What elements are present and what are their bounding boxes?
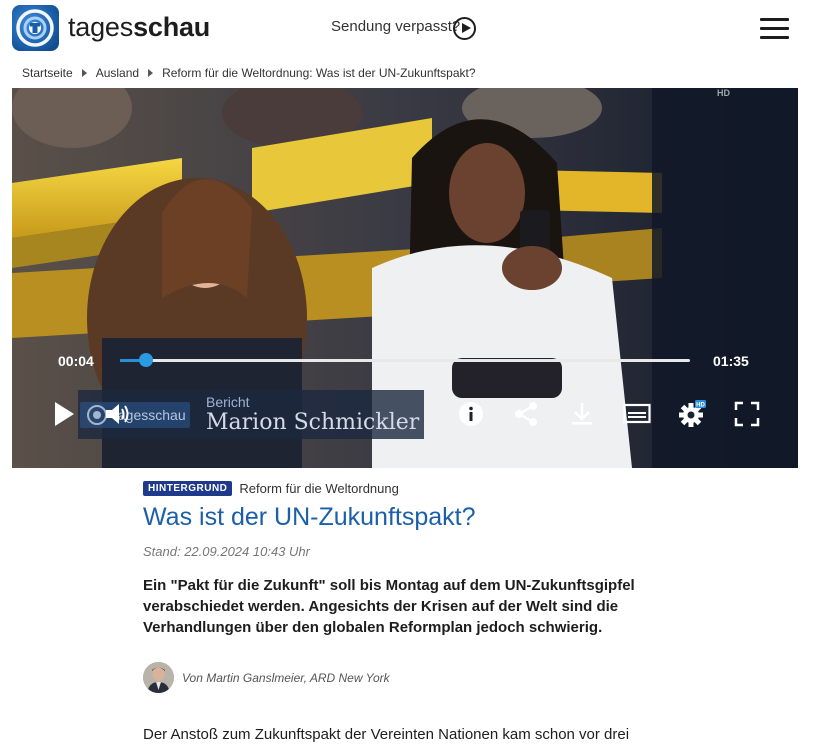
hd-watermark: HD [717, 88, 730, 98]
download-icon [572, 403, 592, 425]
brand-regular: tages [68, 12, 134, 42]
fullscreen-button[interactable] [733, 400, 761, 428]
play-button[interactable] [50, 400, 78, 428]
tagesschau-logo-icon[interactable] [12, 5, 59, 51]
author-name[interactable]: Von Martin Ganslmeier, ARD New York [182, 671, 390, 685]
breadcrumb-current[interactable]: Reform für die Weltordnung: Was ist der … [162, 66, 475, 80]
breadcrumb-home[interactable]: Startseite [22, 66, 73, 80]
article-body-text: Der Anstoß zum Zukunftspakt der Vereinte… [143, 726, 630, 743]
chevron-right-icon [81, 69, 87, 77]
info-button[interactable] [457, 400, 485, 428]
missed-show-label: Sendung verpasst? [331, 18, 461, 35]
seek-bar[interactable] [120, 353, 690, 367]
author-byline[interactable]: Von Martin Ganslmeier, ARD New York [143, 662, 390, 693]
article-kicker: Reform für die Weltordnung [239, 481, 399, 496]
video-player[interactable]: HD 00:04 01:35 tagesschau Bericht Marion… [12, 88, 798, 468]
author-avatar[interactable] [143, 662, 174, 693]
missed-show-link[interactable]: Sendung verpasst? [331, 18, 460, 35]
brand-wordmark[interactable]: tagesschau [68, 12, 210, 43]
play-circle-icon[interactable] [453, 17, 476, 40]
speaker-icon [106, 404, 129, 424]
article-dateline: Stand: 22.09.2024 10:43 Uhr [143, 544, 310, 559]
banner-reporter-name: Marion Schmickler [206, 410, 420, 435]
article-teaser: Ein "Pakt für die Zukunft" soll bis Mont… [143, 577, 635, 636]
info-icon [459, 402, 483, 426]
site-header: tagesschau Sendung verpasst? [0, 0, 815, 58]
seek-handle[interactable] [138, 353, 153, 367]
chevron-right-icon [148, 69, 154, 77]
hamburger-menu-icon[interactable] [760, 18, 790, 40]
share-button[interactable] [512, 400, 540, 428]
article-headline: Was ist der UN-Zukunftspakt? [143, 503, 476, 531]
download-button[interactable] [568, 400, 596, 428]
author-portrait-image [143, 662, 174, 693]
total-time: 01:35 [713, 353, 749, 369]
current-time: 00:04 [58, 353, 94, 369]
settings-hd-badge: HD [696, 403, 705, 409]
fullscreen-icon [734, 401, 760, 427]
brand-bold: schau [133, 12, 211, 42]
breadcrumb-ausland[interactable]: Ausland [96, 66, 139, 80]
play-icon [55, 402, 74, 426]
subtitles-button[interactable] [623, 400, 651, 428]
subtitles-icon [623, 403, 651, 424]
banner-kicker: Bericht [206, 394, 250, 410]
share-icon [515, 402, 537, 426]
volume-button[interactable] [104, 400, 132, 428]
gear-icon: HD [679, 400, 706, 427]
breadcrumb: Startseite Ausland Reform für die Weltor… [22, 66, 476, 80]
article-kicker-row: HINTERGRUND Reform für die Weltordnung [143, 481, 399, 496]
settings-button[interactable]: HD [678, 400, 706, 428]
banner-logo: tagesschau [80, 402, 190, 428]
hintergrund-badge: HINTERGRUND [143, 481, 233, 496]
